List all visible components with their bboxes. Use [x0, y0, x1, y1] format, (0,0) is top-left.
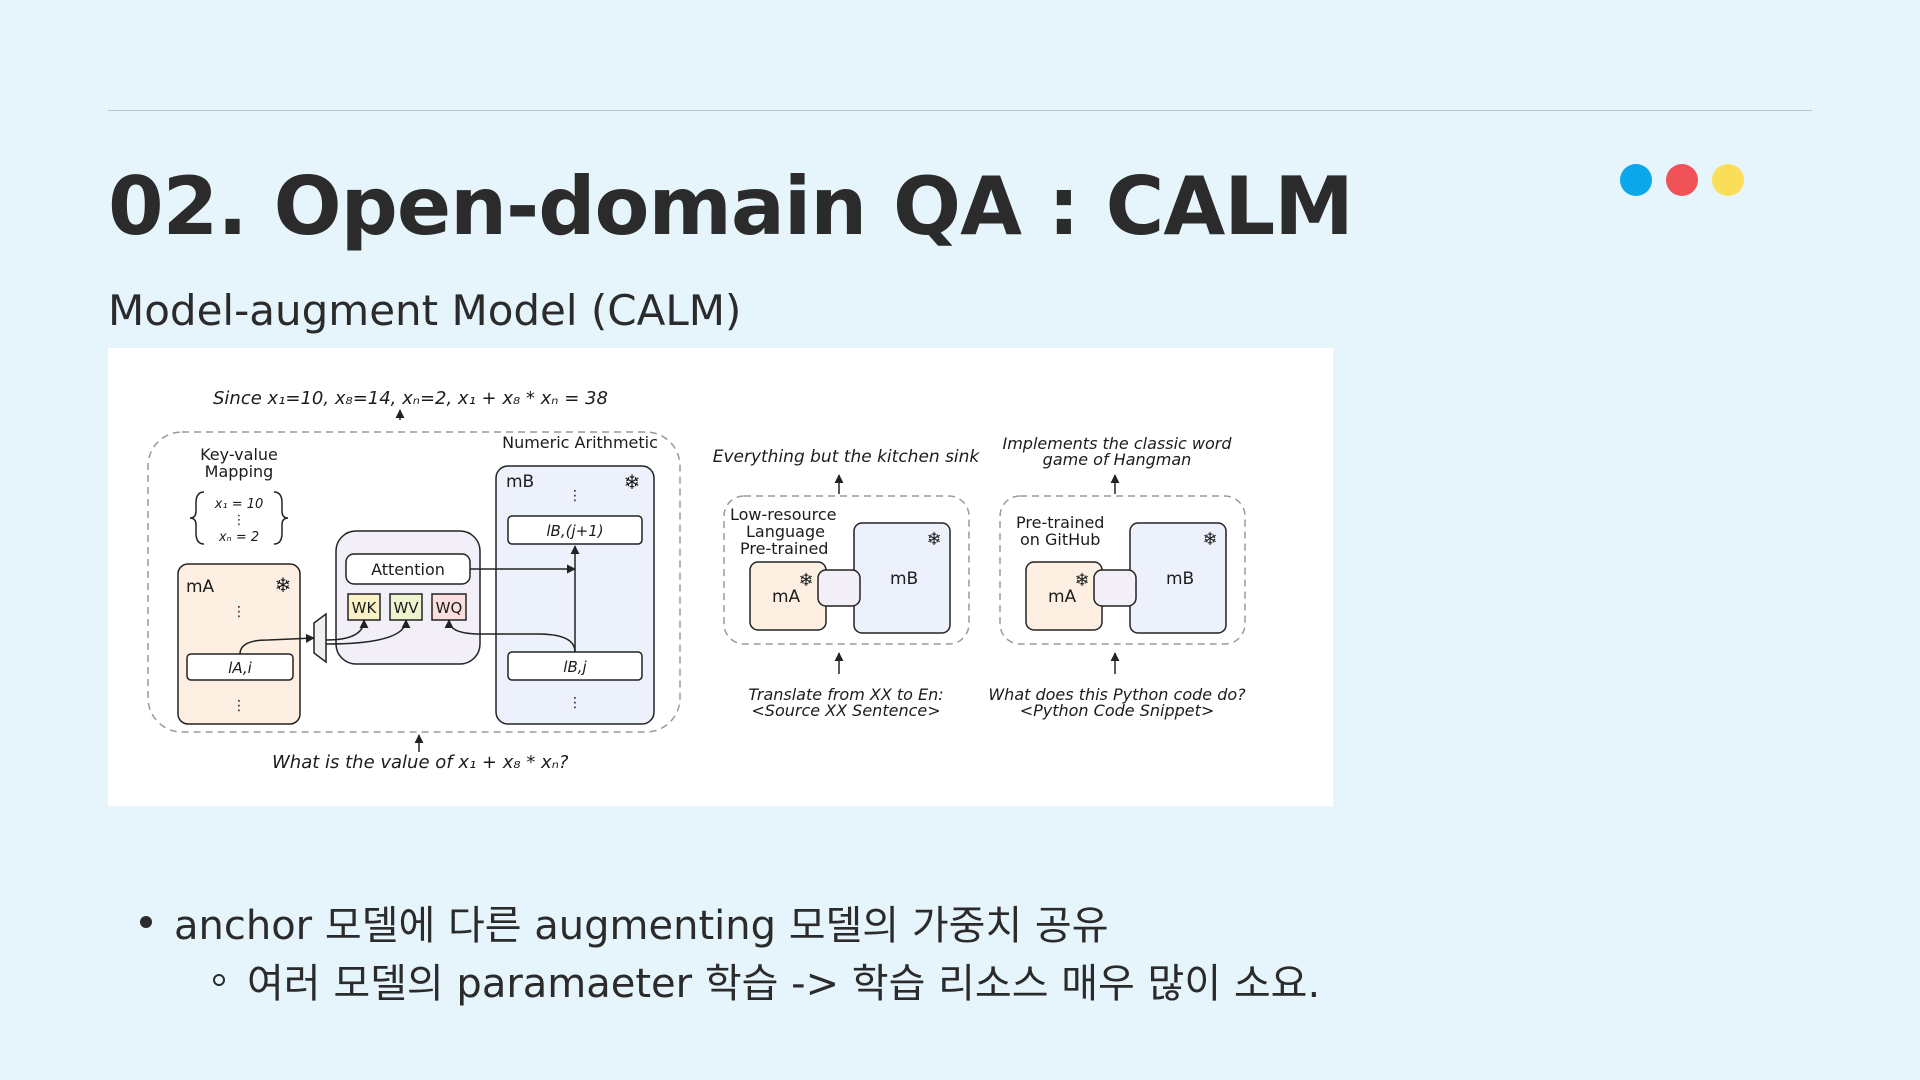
panel3-model-a-label: mA [1048, 587, 1077, 607]
right-brace [273, 491, 289, 545]
wv-label: WV [393, 599, 419, 617]
bullet-list: anchor 모델에 다른 augmenting 모델의 가중치 공유 여러 모… [140, 893, 1740, 1009]
calm-diagram: Since x₁=10, x₈=14, xₙ=2, x₁ + x₈ * xₙ =… [108, 348, 1333, 806]
snowflake-icon: ❄ [798, 570, 813, 591]
top-equation: Since x₁=10, x₈=14, xₙ=2, x₁ + x₈ * xₙ =… [213, 388, 608, 409]
panel3-top-2: game of Hangman [1043, 450, 1192, 469]
panel2-bottom-2: <Source XX Sentence> [751, 701, 940, 720]
slide-title: 02. Open-domain QA : CALM [108, 160, 1354, 253]
panel3-label-2: on GitHub [1020, 530, 1100, 549]
model-a-vdots-top: ⋮ [232, 604, 246, 620]
panel3-bottom-2: <Python Code Snippet> [1020, 701, 1215, 720]
panel2-connector [817, 569, 861, 607]
panel2-model-b-label: mB [890, 569, 918, 589]
layer-b-j-label: lB,j [563, 658, 587, 676]
bullet-disc-icon [140, 916, 152, 928]
snowflake-icon: ❄ [1202, 529, 1217, 550]
top-divider [108, 110, 1812, 111]
snowflake-icon: ❄ [1074, 570, 1089, 591]
keyvalue-label-2: Mapping [205, 462, 274, 481]
attention-label: Attention [371, 560, 445, 579]
numeric-arithmetic-label: Numeric Arithmetic [502, 433, 658, 452]
wq-label: WQ [436, 599, 463, 617]
panel2-model-a-label: mA [772, 587, 801, 607]
kv-vdots: ⋮ [233, 513, 246, 528]
bottom-question: What is the value of x₁ + x₈ * xₙ? [272, 752, 569, 773]
panel2-label-3: Pre-trained [740, 539, 828, 558]
panel3-connector [1093, 569, 1137, 607]
bullet-item-level2: 여러 모델의 paramaeter 학습 -> 학습 리소스 매우 많이 소요. [213, 951, 1740, 1009]
bullet-text-level2: 여러 모델의 paramaeter 학습 -> 학습 리소스 매우 많이 소요. [247, 961, 1321, 1007]
snowflake-icon: ❄ [624, 470, 641, 494]
projection-layer [313, 612, 327, 664]
slide-subtitle: Model-augment Model (CALM) [108, 286, 742, 335]
left-brace [189, 491, 205, 545]
snowflake-icon: ❄ [275, 573, 292, 597]
model-a-vdots-bottom: ⋮ [232, 698, 246, 714]
bullet-item-level1: anchor 모델에 다른 augmenting 모델의 가중치 공유 [140, 893, 1740, 951]
model-b-vdots-top: ⋮ [568, 488, 582, 504]
calm-diagram-svg: Since x₁=10, x₈=14, xₙ=2, x₁ + x₈ * xₙ =… [147, 388, 1246, 773]
wk-label: WK [352, 599, 378, 617]
bullet-text-level1: anchor 모델에 다른 augmenting 모델의 가중치 공유 [174, 903, 1109, 949]
model-b-vdots-bottom: ⋮ [568, 695, 582, 711]
panel2-top-text: Everything but the kitchen sink [713, 447, 981, 467]
kv-first: x₁ = 10 [214, 497, 264, 512]
snowflake-icon: ❄ [926, 529, 941, 550]
layer-b-j1-label: lB,(j+1) [546, 522, 603, 540]
yellow-dot [1712, 164, 1744, 196]
panel3-model-b-label: mB [1166, 569, 1194, 589]
blue-dot [1620, 164, 1652, 196]
model-b-label: mB [506, 472, 534, 492]
kv-last: xₙ = 2 [218, 530, 259, 545]
red-dot [1666, 164, 1698, 196]
window-dots [1620, 164, 1744, 196]
bullet-circle-icon [213, 974, 225, 986]
layer-a-i-label: lA,i [228, 659, 252, 677]
model-a-label: mA [186, 577, 215, 597]
